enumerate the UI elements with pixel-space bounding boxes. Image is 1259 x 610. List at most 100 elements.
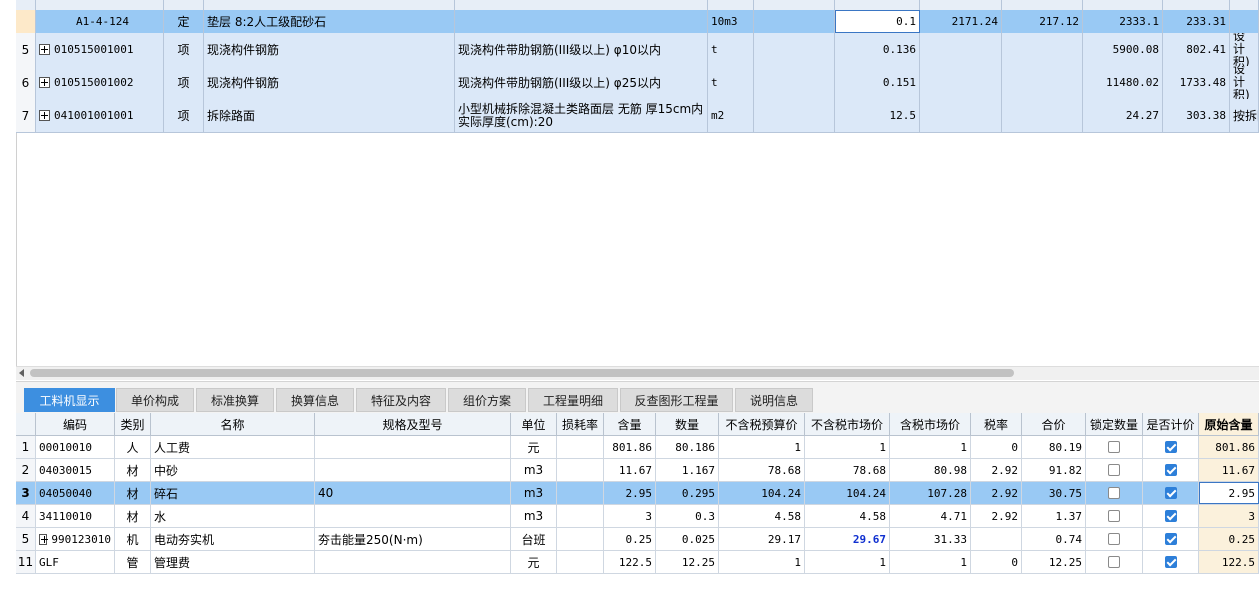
item-name: 现浇构件钢筋 — [204, 33, 455, 66]
resource-market-price[interactable]: 29.67 — [805, 528, 890, 550]
resource-original-content[interactable]: 11.67 — [1199, 459, 1259, 481]
col-loss-rate[interactable]: 损耗率 — [557, 413, 604, 435]
table-row[interactable]: 6 010515001002 项 现浇构件钢筋 现浇构件带肋钢筋(III级以上)… — [16, 66, 1259, 100]
resource-content[interactable]: 122.5 — [604, 551, 656, 573]
resource-quantity[interactable]: 0.295 — [656, 482, 719, 504]
resource-content[interactable]: 3 — [604, 505, 656, 527]
tab-labor-material-machine[interactable]: 工料机显示 — [24, 388, 115, 412]
col-tax-market-price[interactable]: 含税市场价 — [890, 413, 971, 435]
expand-icon[interactable] — [39, 44, 50, 55]
priced-checkbox[interactable] — [1164, 510, 1177, 522]
tab-description[interactable]: 说明信息 — [735, 388, 813, 412]
lock-checkbox[interactable] — [1108, 464, 1120, 476]
lock-checkbox[interactable] — [1108, 510, 1120, 522]
resource-spec — [315, 459, 511, 481]
expand-icon[interactable] — [39, 110, 50, 121]
resource-name: 水 — [151, 505, 315, 527]
resource-original-content[interactable]: 3 — [1199, 505, 1259, 527]
priced-checkbox[interactable] — [1164, 533, 1177, 545]
lock-checkbox[interactable] — [1108, 441, 1120, 453]
resource-market-price[interactable]: 1 — [805, 436, 890, 458]
resource-market-price[interactable]: 78.68 — [805, 459, 890, 481]
tab-standard-conversion[interactable]: 标准换算 — [196, 388, 274, 412]
resource-loss-rate — [557, 459, 604, 481]
col-tax-rate[interactable]: 税率 — [971, 413, 1022, 435]
table-row[interactable]: 2 04030015 材中砂 m3 11.67 1.167 78.68 78.68 80.98 2… — [16, 459, 1259, 482]
resource-code: 34110010 — [36, 505, 115, 527]
table-row-selected[interactable]: A1-4-124 定 垫层 8:2人工级配砂石 10m3 0.1 2171.24… — [16, 10, 1259, 34]
tab-unit-price-composition[interactable]: 单价构成 — [116, 388, 194, 412]
resource-quantity[interactable]: 0.025 — [656, 528, 719, 550]
resource-market-price[interactable]: 1 — [805, 551, 890, 573]
scrollbar-thumb[interactable] — [30, 369, 1014, 377]
item-total-a: 217.12 — [1002, 10, 1083, 33]
resource-content[interactable]: 801.86 — [604, 436, 656, 458]
table-row[interactable]: 1 00010010 人人工费元 801.86 80.186 1 1 1 0 80.19 801.8… — [16, 436, 1259, 459]
col-total[interactable]: 合价 — [1022, 413, 1086, 435]
tab-conversion-info[interactable]: 换算信息 — [276, 388, 354, 412]
expand-icon[interactable] — [39, 77, 50, 88]
resource-budget-price: 78.68 — [719, 459, 805, 481]
resource-code: 990123010 — [36, 528, 115, 550]
resource-original-content[interactable]: 0.25 — [1199, 528, 1259, 550]
priced-checkbox[interactable] — [1164, 487, 1177, 499]
tab-features-content[interactable]: 特征及内容 — [356, 388, 446, 412]
table-row[interactable]: 4 34110010 材水 m3 3 0.3 4.58 4.58 4.71 2.92 1.37 3 — [16, 505, 1259, 528]
resource-quantity[interactable]: 80.186 — [656, 436, 719, 458]
resource-original-content[interactable]: 801.86 — [1199, 436, 1259, 458]
item-unit-price: 24.27 — [1083, 99, 1163, 132]
resource-market-price[interactable]: 104.24 — [805, 482, 890, 504]
table-row[interactable]: 11 GLF 管管理费元 122.5 12.25 1 1 1 0 12.25 122.5 — [16, 551, 1259, 574]
table-row[interactable]: 7 041001001001 项 拆除路面 小型机械拆除混凝土类路面层 无筋 厚… — [16, 99, 1259, 133]
table-row[interactable]: 5 010515001001 项 现浇构件钢筋 现浇构件带肋钢筋(III级以上)… — [16, 33, 1259, 67]
resource-category: 人 — [115, 436, 151, 458]
item-amount: 303.38 — [1163, 99, 1230, 132]
resource-unit: m3 — [511, 482, 557, 504]
col-lock-qty[interactable]: 锁定数量 — [1086, 413, 1143, 435]
priced-checkbox[interactable] — [1164, 441, 1177, 453]
resource-budget-price: 1 — [719, 436, 805, 458]
item-unit: t — [708, 66, 754, 99]
tab-pricing-scheme[interactable]: 组价方案 — [448, 388, 526, 412]
col-is-priced[interactable]: 是否计价 — [1143, 413, 1199, 435]
tab-quantity-details[interactable]: 工程量明细 — [528, 388, 618, 412]
table-row[interactable]: 5 990123010 机电动夯实机 夯击能量250(N·m) 台班 0.25 0.025 2… — [16, 528, 1259, 551]
lock-checkbox[interactable] — [1108, 487, 1120, 499]
resource-quantity[interactable]: 0.3 — [656, 505, 719, 527]
resource-loss-rate — [557, 528, 604, 550]
col-unit[interactable]: 单位 — [511, 413, 557, 435]
col-content[interactable]: 含量 — [604, 413, 656, 435]
resource-content[interactable]: 11.67 — [604, 459, 656, 481]
resource-quantity[interactable]: 12.25 — [656, 551, 719, 573]
lock-checkbox[interactable] — [1108, 533, 1120, 545]
col-code[interactable]: 编码 — [36, 413, 115, 435]
resource-content[interactable]: 2.95 — [604, 482, 656, 504]
col-category[interactable]: 类别 — [115, 413, 151, 435]
tab-reverse-graphic-quantity[interactable]: 反查图形工程量 — [620, 388, 733, 412]
lock-qty-cell — [1086, 528, 1143, 550]
lock-qty-cell — [1086, 459, 1143, 481]
detail-tab-bar: 工料机显示 单价构成 标准换算 换算信息 特征及内容 组价方案 工程量明细 反查… — [16, 381, 1259, 414]
resource-quantity[interactable]: 1.167 — [656, 459, 719, 481]
table-row-selected[interactable]: 3 04050040 材碎石 40 m3 2.95 0.295 104.24 104.24 107… — [16, 482, 1259, 505]
horizontal-scrollbar[interactable] — [16, 366, 1259, 380]
scroll-left-icon[interactable] — [19, 369, 24, 377]
col-market-price[interactable]: 不含税市场价 — [805, 413, 890, 435]
resource-original-content[interactable]: 122.5 — [1199, 551, 1259, 573]
priced-checkbox[interactable] — [1164, 556, 1177, 568]
col-quantity[interactable]: 数量 — [656, 413, 719, 435]
item-rule: 按拆除 — [1230, 99, 1259, 132]
col-budget-price[interactable]: 不含税预算价 — [719, 413, 805, 435]
col-original-content[interactable]: 原始含量 — [1199, 413, 1259, 435]
col-name[interactable]: 名称 — [151, 413, 315, 435]
item-qty-input[interactable]: 0.1 — [835, 10, 920, 33]
resource-total: 30.75 — [1022, 482, 1086, 504]
resource-content[interactable]: 0.25 — [604, 528, 656, 550]
resource-original-content[interactable]: 2.95 — [1199, 482, 1259, 504]
resource-category: 材 — [115, 482, 151, 504]
lock-checkbox[interactable] — [1108, 556, 1120, 568]
priced-checkbox[interactable] — [1164, 464, 1177, 476]
resource-market-price[interactable]: 4.58 — [805, 505, 890, 527]
expand-icon[interactable] — [39, 533, 49, 545]
col-spec[interactable]: 规格及型号 — [315, 413, 511, 435]
